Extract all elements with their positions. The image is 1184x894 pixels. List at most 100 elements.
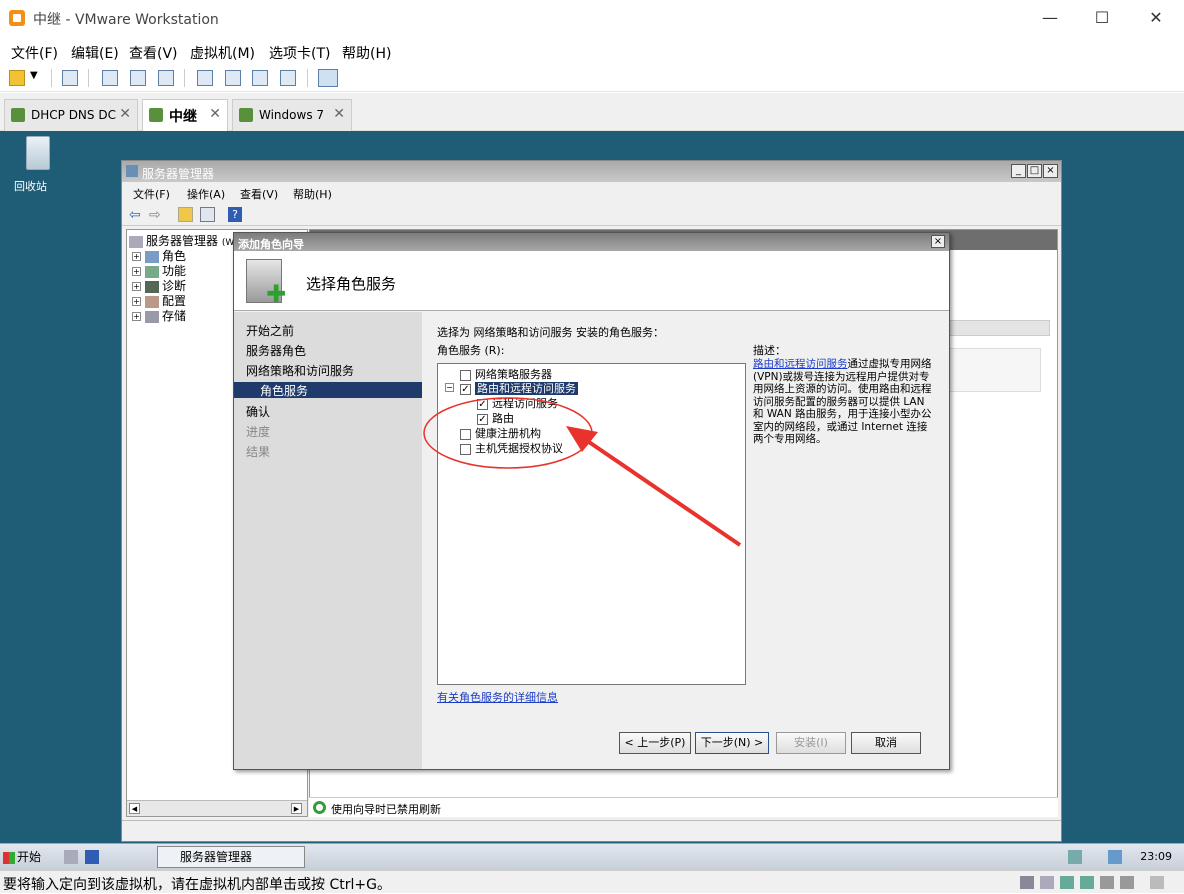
refresh-icon — [313, 801, 326, 814]
scroll-left-icon[interactable]: ◀ — [129, 803, 140, 814]
nav-npas[interactable]: 网络策略和访问服务 — [246, 362, 354, 379]
checkbox-checked[interactable]: ✓ — [477, 398, 488, 410]
checkbox-checked[interactable]: ✓ — [460, 383, 471, 395]
server-manager-quicklaunch-icon[interactable] — [64, 850, 78, 864]
network-icon[interactable] — [62, 70, 78, 86]
start-label: 开始 — [17, 850, 42, 864]
menu-view[interactable]: 查看(V) — [240, 186, 278, 202]
back-arrow-icon[interactable]: ⇦ — [129, 207, 141, 223]
wizard-title-bar: 添加角色向导 × — [234, 233, 949, 251]
wizard-main: 选择为 网络策略和访问服务 安装的角色服务： 角色服务 (R): 网络策略服务器… — [423, 312, 949, 769]
server-icon — [129, 235, 143, 248]
revert-snapshot-icon[interactable] — [130, 70, 146, 86]
recycle-bin-icon[interactable] — [18, 134, 58, 174]
collapse-icon[interactable]: − — [445, 383, 454, 392]
cancel-button[interactable]: 取消 — [851, 732, 921, 754]
tab-windows-7[interactable]: Windows 7 ✕ — [232, 99, 352, 131]
more-info-link[interactable]: 有关角色服务的详细信息 — [437, 689, 558, 705]
close-button[interactable]: ✕ — [1136, 6, 1176, 30]
service-rras[interactable]: ✓ 路由和远程访问服务 — [460, 380, 578, 396]
nav-progress: 进度 — [246, 425, 271, 439]
usb-icon[interactable] — [1100, 876, 1114, 889]
show-hide-tree-icon[interactable] — [200, 207, 215, 222]
powershell-icon[interactable] — [85, 850, 99, 864]
sound-icon[interactable] — [1120, 876, 1134, 889]
back-button[interactable]: < 上一步(P) — [619, 732, 691, 754]
show-library-icon[interactable] — [197, 70, 213, 86]
tab-dhcp-dns-dc[interactable]: DHCP DNS DC ✕ — [4, 99, 138, 131]
console-view-icon[interactable] — [318, 69, 338, 87]
menu-tabs[interactable]: 选项卡(T) — [269, 43, 330, 63]
menu-help[interactable]: 帮助(H) — [293, 186, 332, 202]
tree-root-label: 服务器管理器 — [146, 234, 219, 248]
pause-icon[interactable] — [9, 70, 25, 86]
nav-before-you-begin[interactable]: 开始之前 — [246, 322, 294, 339]
thumbnail-icon[interactable] — [225, 70, 241, 86]
minimize-button[interactable]: — — [1030, 6, 1070, 30]
tab-label: 中继 — [169, 109, 197, 125]
checkbox[interactable] — [460, 443, 471, 455]
restore-button[interactable]: □ — [1027, 164, 1042, 178]
up-folder-icon[interactable] — [178, 207, 193, 222]
network-tray-icon[interactable] — [1068, 850, 1082, 864]
wizard-close-button[interactable]: × — [931, 235, 945, 248]
vmware-toolbar: ▼ — [0, 64, 1184, 92]
close-icon[interactable]: ✕ — [209, 106, 221, 122]
checkbox-checked[interactable]: ✓ — [477, 413, 488, 425]
diagnostics-icon — [145, 280, 159, 293]
add-icon: ✚ — [266, 280, 287, 308]
configuration-icon — [145, 295, 159, 308]
snapshot-icon[interactable] — [102, 70, 118, 86]
nav-confirmation[interactable]: 确认 — [246, 403, 270, 420]
tree-item-storage[interactable]: + 存储 — [132, 307, 186, 324]
service-hra[interactable]: 健康注册机构 — [460, 425, 541, 441]
description-link[interactable]: 路由和远程访问服务 — [753, 358, 848, 370]
tab-relay[interactable]: 中继 ✕ — [142, 99, 228, 131]
service-remote-access[interactable]: ✓ 远程访问服务 — [477, 395, 558, 411]
unity-icon[interactable] — [280, 70, 296, 86]
checkbox[interactable] — [460, 428, 471, 440]
nav-server-roles[interactable]: 服务器角色 — [246, 342, 306, 359]
windows-logo-icon — [3, 851, 15, 864]
display-icon[interactable] — [1150, 876, 1164, 889]
menu-help[interactable]: 帮助(H) — [342, 43, 391, 63]
menu-action[interactable]: 操作(A) — [187, 186, 225, 202]
taskbar-app-label: 服务器管理器 — [180, 850, 253, 864]
chevron-down-icon[interactable]: ▼ — [30, 70, 38, 81]
volume-tray-icon[interactable] — [1108, 850, 1122, 864]
close-button[interactable]: × — [1043, 164, 1058, 178]
cdrom-icon[interactable] — [1040, 876, 1054, 889]
minimize-button[interactable]: _ — [1011, 164, 1026, 178]
snapshot-manager-icon[interactable] — [158, 70, 174, 86]
vm-icon — [149, 108, 163, 122]
service-routing[interactable]: ✓ 路由 — [477, 410, 514, 426]
close-icon[interactable]: ✕ — [119, 106, 131, 122]
next-button[interactable]: 下一步(N) > — [695, 732, 769, 754]
maximize-button[interactable]: ☐ — [1082, 6, 1122, 30]
service-label: 健康注册机构 — [475, 427, 541, 440]
taskbar-app-server-manager[interactable]: 服务器管理器 — [157, 846, 305, 868]
forward-arrow-icon[interactable]: ⇨ — [149, 207, 161, 223]
horizontal-scrollbar[interactable]: ◀ ▶ — [127, 800, 307, 816]
vm-tab-bar: DHCP DNS DC ✕ 中继 ✕ Windows 7 ✕ — [0, 93, 1184, 131]
network-adapter-icon[interactable] — [1080, 876, 1094, 889]
menu-edit[interactable]: 编辑(E) — [71, 43, 119, 63]
role-services-list: 网络策略服务器 − ✓ 路由和远程访问服务 ✓ 远程访问服务 ✓ 路由 健康注册机构 … — [437, 363, 746, 685]
menu-file[interactable]: 文件(F) — [11, 43, 58, 63]
recycle-bin-label[interactable]: 回收站 — [14, 178, 47, 194]
help-icon[interactable]: ? — [228, 207, 242, 222]
nav-role-services[interactable]: 角色服务 — [234, 382, 422, 398]
close-icon[interactable]: ✕ — [333, 106, 345, 122]
fullscreen-icon[interactable] — [252, 70, 268, 86]
add-roles-wizard: 添加角色向导 × ✚ 选择角色服务 开始之前 服务器角色 网络策略和访问服务 角… — [233, 232, 950, 770]
checkbox[interactable] — [460, 369, 471, 381]
hdd-icon[interactable] — [1020, 876, 1034, 889]
network-adapter-icon[interactable] — [1060, 876, 1074, 889]
menu-view[interactable]: 查看(V) — [129, 43, 178, 63]
taskbar-clock[interactable]: 23:09 — [1140, 850, 1172, 863]
menu-file[interactable]: 文件(F) — [133, 186, 170, 202]
service-hcap[interactable]: 主机凭据授权协议 — [460, 440, 563, 456]
scroll-right-icon[interactable]: ▶ — [291, 803, 302, 814]
menu-vm[interactable]: 虚拟机(M) — [190, 43, 255, 63]
start-button[interactable]: 开始 — [3, 847, 49, 868]
